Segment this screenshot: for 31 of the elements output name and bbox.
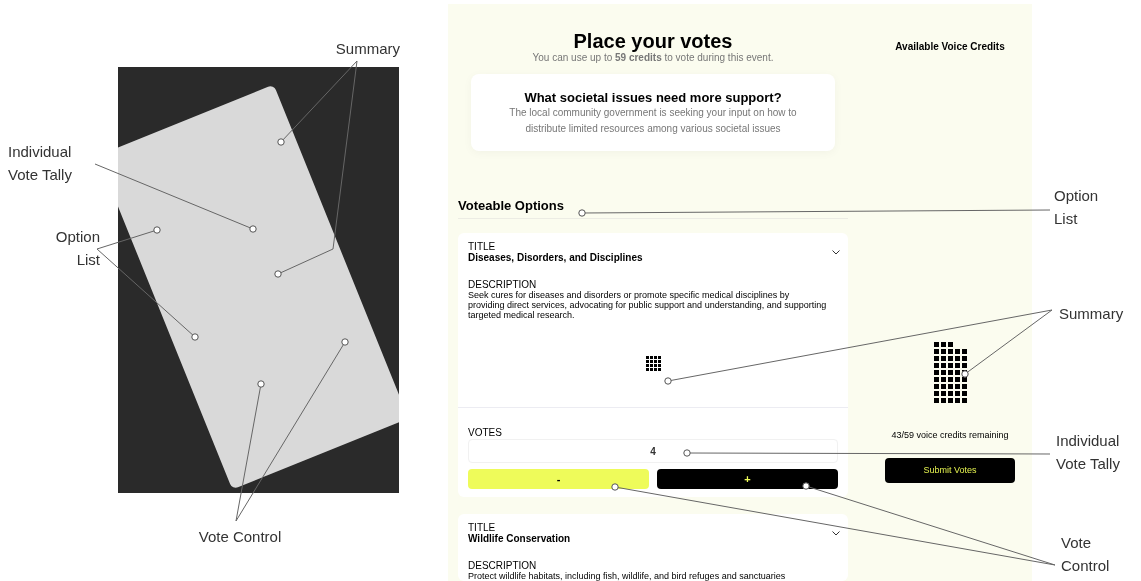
question-description: The local community government is seeking your input on how to distribute limited resources among various societal issues bbox=[508, 106, 798, 136]
annotation-label: Vote Control bbox=[197, 527, 283, 547]
field-label: DESCRIPTION bbox=[468, 560, 538, 571]
option-description: Protect wildlife habitats, including fish, wildlife, and bird refuges and sanctuaries bbox=[468, 571, 787, 581]
credits-remaining: 43/59 voice credits remaining bbox=[891, 430, 1009, 441]
annotation-label: Vote Control bbox=[1061, 533, 1111, 576]
field-label: DESCRIPTION bbox=[468, 279, 538, 290]
field-label: VOTES bbox=[468, 427, 503, 439]
annotation-label: Option List bbox=[1054, 186, 1100, 229]
annotation-label: Summary bbox=[334, 39, 400, 59]
annotation-label: Individual Vote Tally bbox=[1056, 431, 1121, 474]
sidebar-heading: Available Voice Credits bbox=[895, 41, 1005, 53]
option-description: Seek cures for diseases and disorders or promote specific medical disciplines by providing direct services, advocating for public support and understanding, and supporting targeted medical research. bbox=[468, 290, 828, 320]
submit-button[interactable]: Submit Votes bbox=[885, 458, 1015, 483]
annotation-label: Option List bbox=[54, 227, 100, 270]
plus-button[interactable]: + bbox=[657, 469, 838, 489]
field-label: TITLE bbox=[468, 241, 497, 252]
annotation-label: Individual Vote Tally bbox=[8, 142, 73, 185]
question-title: What societal issues need more support? bbox=[524, 90, 782, 105]
square-grid-icon bbox=[933, 342, 967, 403]
page-subtitle: You can use up to 59 credits to vote during this event. bbox=[531, 52, 775, 64]
minus-button[interactable]: - bbox=[468, 469, 649, 489]
field-label: TITLE bbox=[468, 522, 497, 533]
chevron-down-icon[interactable] bbox=[832, 531, 840, 536]
option-title: Wildlife Conservation bbox=[468, 533, 572, 545]
annotation-label: Summary bbox=[1059, 304, 1125, 324]
chevron-down-icon[interactable] bbox=[832, 250, 840, 255]
square-grid-icon bbox=[645, 356, 661, 371]
votes-field[interactable]: 4 bbox=[468, 439, 838, 463]
page-heading: Place your votes bbox=[572, 30, 733, 52]
option-title: Diseases, Disorders, and Disciplines bbox=[468, 252, 644, 264]
